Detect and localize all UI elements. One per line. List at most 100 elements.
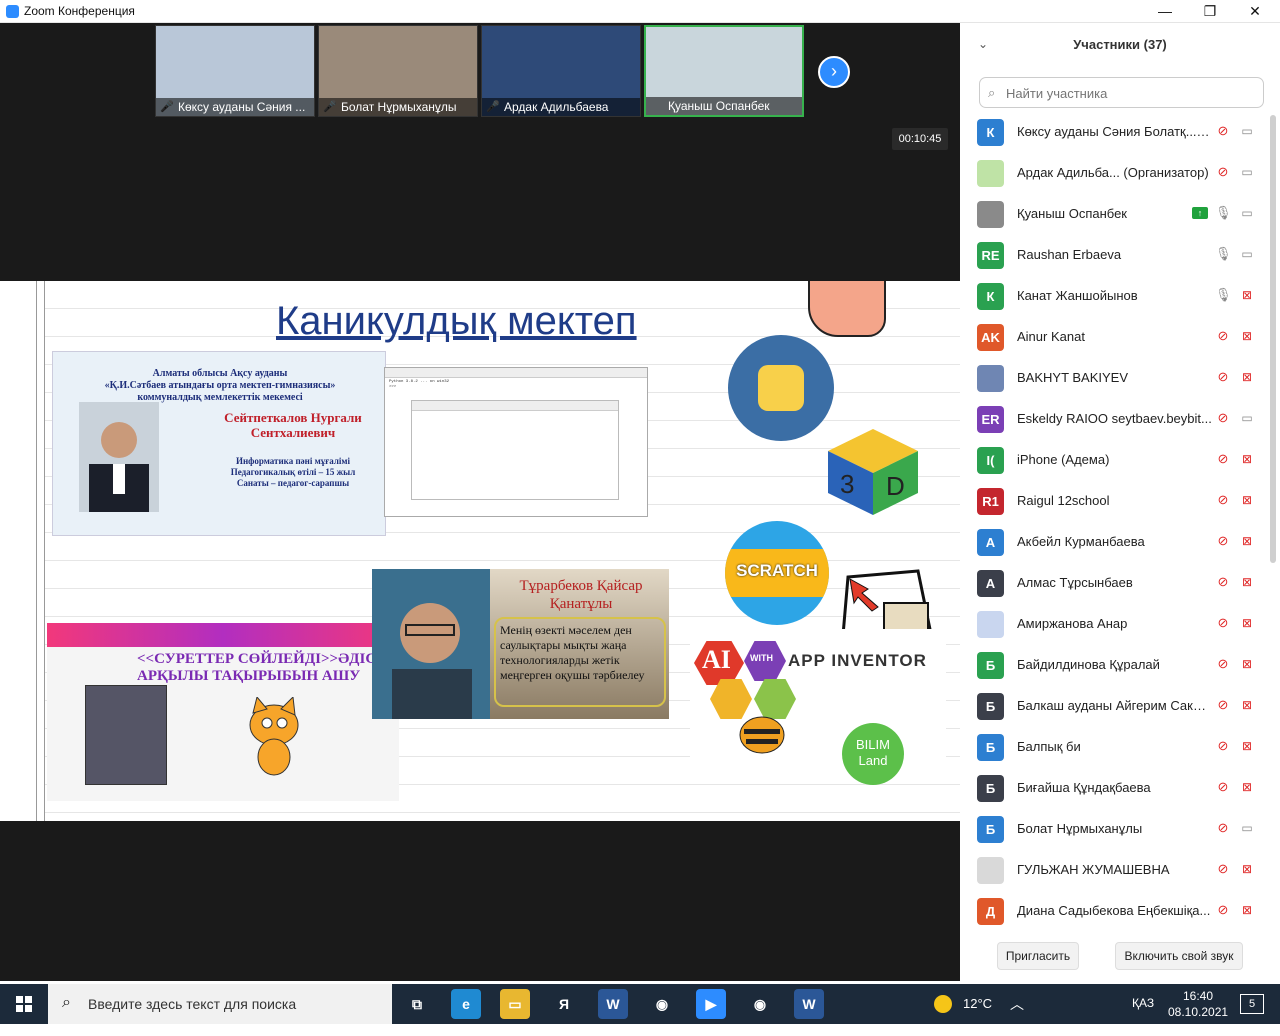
- mic-icon[interactable]: 🎙: [1215, 287, 1232, 303]
- video-thumbnail[interactable]: 🎤 Көксу ауданы Сәния ...: [155, 25, 315, 117]
- participant-row[interactable]: Б Балкаш ауданы Айгерим Сакен... ⊘ ⊠: [960, 685, 1270, 726]
- mic-muted-icon[interactable]: ⊘: [1215, 615, 1231, 631]
- word-icon[interactable]: W: [598, 989, 628, 1019]
- mic-muted-icon[interactable]: ⊘: [1215, 533, 1231, 549]
- python-logo-shape: [758, 365, 804, 411]
- camera-icon[interactable]: ▭: [1238, 820, 1256, 836]
- participant-row[interactable]: R1 Raigul 12school ⊘ ⊠: [960, 480, 1270, 521]
- participant-row[interactable]: RE Raushan Erbaeva 🎙 ▭: [960, 234, 1270, 275]
- camera-icon[interactable]: ▭: [1238, 164, 1256, 180]
- weather-icon[interactable]: [934, 984, 954, 1024]
- mic-icon[interactable]: 🎙: [1215, 205, 1232, 221]
- participant-row[interactable]: К Көксу ауданы Сәния Болатқ... (Я) ⊘ ▭: [960, 111, 1270, 152]
- mic-muted-icon[interactable]: ⊘: [1215, 820, 1231, 836]
- unmute-button[interactable]: Включить свой звук: [1115, 942, 1243, 970]
- camera-off-icon[interactable]: ⊠: [1238, 779, 1256, 795]
- participant-row[interactable]: Амиржанова Анар ⊘ ⊠: [960, 603, 1270, 644]
- participant-row[interactable]: Қуаныш Оспанбек ↑ 🎙 ▭: [960, 193, 1270, 234]
- mic-muted-icon[interactable]: ⊘: [1215, 369, 1231, 385]
- mic-muted-icon[interactable]: ⊘: [1215, 410, 1231, 426]
- language-indicator[interactable]: ҚАЗ: [1132, 996, 1154, 1036]
- participant-row[interactable]: Б Биғайша Құндақбаева ⊘ ⊠: [960, 767, 1270, 808]
- participant-avatar: А: [977, 529, 1004, 556]
- minimize-button[interactable]: —: [1142, 0, 1188, 23]
- camera-off-icon[interactable]: ⊠: [1238, 615, 1256, 631]
- participant-search[interactable]: ⌕: [979, 77, 1264, 108]
- recording-timer: 00:10:45: [892, 128, 948, 150]
- participant-row[interactable]: К Канат Жаншойынов 🎙 ⊠: [960, 275, 1270, 316]
- participant-name: Байдилдинова Құралай: [1017, 657, 1160, 672]
- mic-muted-icon[interactable]: ⊘: [1215, 574, 1231, 590]
- mic-muted-icon[interactable]: ⊘: [1215, 779, 1231, 795]
- mic-icon[interactable]: 🎙: [1215, 246, 1232, 262]
- camera-off-icon[interactable]: ⊠: [1238, 533, 1256, 549]
- camera-off-icon[interactable]: ⊠: [1238, 697, 1256, 713]
- mic-muted-icon[interactable]: ⊘: [1215, 738, 1231, 754]
- word-doc-icon[interactable]: W: [794, 989, 824, 1019]
- scrollbar[interactable]: [1270, 115, 1276, 563]
- next-page-button[interactable]: ›: [818, 56, 850, 88]
- invite-button[interactable]: Пригласить: [997, 942, 1079, 970]
- participant-name: Диана Садыбекова Еңбекшіқа...: [1017, 903, 1211, 918]
- camera-off-icon[interactable]: ⊠: [1238, 738, 1256, 754]
- mic-muted-icon[interactable]: ⊘: [1215, 328, 1231, 344]
- start-button[interactable]: [0, 984, 48, 1024]
- camera-off-icon[interactable]: ⊠: [1238, 492, 1256, 508]
- camera-icon[interactable]: ▭: [1238, 123, 1256, 139]
- camera-off-icon[interactable]: ⊠: [1238, 328, 1256, 344]
- mic-muted-icon[interactable]: ⊘: [1215, 902, 1231, 918]
- mic-muted-icon[interactable]: ⊘: [1215, 697, 1231, 713]
- camera-off-icon[interactable]: ⊠: [1238, 902, 1256, 918]
- mic-muted-icon[interactable]: ⊘: [1215, 451, 1231, 467]
- weather-temp[interactable]: 12°C: [963, 996, 992, 1036]
- participant-row[interactable]: Ардак Адильба... (Организатор) ⊘ ▭: [960, 152, 1270, 193]
- participant-row[interactable]: Б Болат Нұрмыханұлы ⊘ ▭: [960, 808, 1270, 849]
- video-thumbnail[interactable]: 🎤 Ардак Адильбаева: [481, 25, 641, 117]
- restore-button[interactable]: ❐: [1187, 0, 1233, 23]
- search-input[interactable]: [1006, 84, 1256, 102]
- participant-row[interactable]: Д Диана Садыбекова Еңбекшіқа... ⊘ ⊠: [960, 890, 1270, 931]
- participant-row[interactable]: А Акбейл Курманбаева ⊘ ⊠: [960, 521, 1270, 562]
- camera-off-icon[interactable]: ⊠: [1238, 451, 1256, 467]
- close-button[interactable]: ✕: [1232, 0, 1278, 23]
- task-view-icon[interactable]: ⧉: [402, 989, 432, 1019]
- video-thumbnail[interactable]: 🎤 Болат Нұрмыханұлы: [318, 25, 478, 117]
- camera-off-icon[interactable]: ⊠: [1238, 861, 1256, 877]
- camera-off-icon[interactable]: ⊠: [1238, 369, 1256, 385]
- taskbar-search[interactable]: ⌕ Введите здесь текст для поиска: [48, 984, 392, 1024]
- mic-muted-icon[interactable]: ⊘: [1215, 492, 1231, 508]
- notification-center-icon[interactable]: 5: [1240, 994, 1264, 1014]
- clock[interactable]: 16:40 08.10.2021: [1168, 988, 1228, 1028]
- video-thumbnail[interactable]: Қуаныш Оспанбек: [644, 25, 804, 117]
- participant-row[interactable]: AK Ainur Kanat ⊘ ⊠: [960, 316, 1270, 357]
- info-line: Санаты – педагог-сарапшы: [236, 478, 350, 488]
- participant-row[interactable]: I(iPhone (Адема) ⊘ ⊠: [960, 439, 1270, 480]
- participant-name: Амиржанова Анар: [1017, 616, 1128, 631]
- edge-icon[interactable]: e: [451, 989, 481, 1019]
- lesson-heading-line: АРҚЫЛЫ ТАҚЫРЫБЫН АШУ: [137, 668, 361, 684]
- participant-row[interactable]: ГУЛЬЖАН ЖУМАШЕВНА ⊘ ⊠: [960, 849, 1270, 890]
- participant-row[interactable]: А Алмас Тұрсынбаев ⊘ ⊠: [960, 562, 1270, 603]
- camera-off-icon[interactable]: ⊠: [1238, 574, 1256, 590]
- camera-icon[interactable]: ▭: [1238, 246, 1256, 262]
- mic-muted-icon[interactable]: ⊘: [1215, 656, 1231, 672]
- mic-muted-icon[interactable]: ⊘: [1215, 164, 1231, 180]
- zoom-icon[interactable]: ▶: [696, 989, 726, 1019]
- participant-row[interactable]: ER Eskeldy RAIOO seytbaev.beybit... ⊘ ▭: [960, 398, 1270, 439]
- chrome-alt-icon[interactable]: ◉: [745, 989, 775, 1019]
- participant-row[interactable]: Б Байдилдинова Құралай ⊘ ⊠: [960, 644, 1270, 685]
- tray-chevron-icon[interactable]: ︿: [1010, 994, 1024, 1034]
- participant-name: iPhone (Адема): [1017, 452, 1110, 467]
- participant-row[interactable]: Б Балпық би ⊘ ⊠: [960, 726, 1270, 767]
- camera-off-icon[interactable]: ⊠: [1238, 287, 1256, 303]
- mic-muted-icon[interactable]: ⊘: [1215, 123, 1231, 139]
- camera-icon[interactable]: ▭: [1238, 205, 1256, 221]
- yandex-icon[interactable]: Я: [549, 989, 579, 1019]
- card-line: «Қ.И.Сәтбаев атындағы орта мектеп-гимназ…: [104, 380, 336, 391]
- mic-muted-icon[interactable]: ⊘: [1215, 861, 1231, 877]
- camera-off-icon[interactable]: ⊠: [1238, 656, 1256, 672]
- chrome-icon[interactable]: ◉: [647, 989, 677, 1019]
- file-explorer-icon[interactable]: ▭: [500, 989, 530, 1019]
- camera-icon[interactable]: ▭: [1238, 410, 1256, 426]
- participant-row[interactable]: BAKHYT BAKIYEV ⊘ ⊠: [960, 357, 1270, 398]
